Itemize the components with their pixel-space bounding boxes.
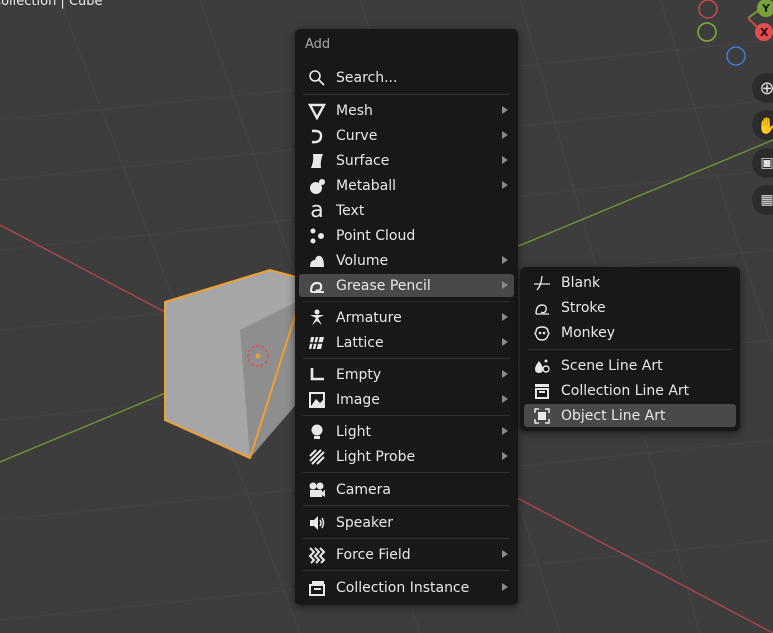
gp-item-collection-line-art[interactable]: Collection Line Art (524, 379, 736, 402)
menu-item-metaball[interactable]: Metaball (299, 174, 514, 197)
menu-item-light-probe[interactable]: Light Probe (299, 445, 514, 468)
armature-icon (307, 308, 327, 328)
axis-gizmo[interactable]: Y X (690, 0, 773, 75)
point-cloud-icon (307, 226, 327, 246)
mesh-cone-icon (307, 101, 327, 121)
scene-line-art-icon (532, 356, 552, 376)
surface-icon (307, 151, 327, 171)
camera-icon: ▣ (760, 155, 773, 171)
add-menu: Add Search... Mesh Curve Surface Metabal… (295, 29, 518, 605)
light-icon (307, 422, 327, 442)
menu-item-text[interactable]: a Text (299, 199, 514, 222)
text-icon: a (310, 197, 324, 223)
menu-item-surface[interactable]: Surface (299, 149, 514, 172)
monkey-icon (532, 323, 552, 343)
force-field-icon (307, 545, 327, 565)
search-item[interactable]: Search... (299, 66, 514, 89)
gizmo-x-label: X (760, 26, 769, 39)
menu-item-armature[interactable]: Armature (299, 306, 514, 329)
submenu-arrow-icon (502, 395, 508, 403)
gp-item-scene-line-art[interactable]: Scene Line Art (524, 354, 736, 377)
submenu-arrow-icon (502, 452, 508, 460)
menu-item-image[interactable]: Image (299, 388, 514, 411)
zoom-plus-icon: ⊕ (759, 77, 773, 99)
grid-icon: ▦ (760, 192, 773, 208)
speaker-icon (307, 513, 327, 533)
collection-instance-icon (307, 578, 327, 598)
search-label: Search... (336, 69, 398, 86)
gp-item-blank[interactable]: Blank (524, 271, 736, 294)
menu-item-empty[interactable]: Empty (299, 363, 514, 386)
gizmo-y-label: Y (761, 2, 771, 15)
submenu-arrow-icon (502, 550, 508, 558)
empty-icon (307, 365, 327, 385)
hand-icon: ✋ (757, 115, 773, 135)
camera-icon (307, 480, 327, 500)
submenu-arrow-icon (502, 156, 508, 164)
collection-line-art-icon (532, 381, 552, 401)
add-menu-title: Add (305, 37, 331, 52)
image-icon (307, 390, 327, 410)
submenu-arrow-icon (502, 281, 508, 289)
submenu-arrow-icon (502, 313, 508, 321)
menu-item-mesh[interactable]: Mesh (299, 99, 514, 122)
lattice-icon (307, 333, 327, 353)
menu-item-lattice[interactable]: Lattice (299, 331, 514, 354)
curve-icon (307, 126, 327, 146)
blank-stroke-icon (532, 273, 552, 293)
menu-item-grease-pencil[interactable]: Grease Pencil (299, 274, 514, 297)
submenu-arrow-icon (502, 181, 508, 189)
submenu-arrow-icon (502, 427, 508, 435)
submenu-arrow-icon (502, 256, 508, 264)
submenu-arrow-icon (502, 106, 508, 114)
cube-object[interactable] (164, 268, 301, 460)
submenu-arrow-icon (502, 370, 508, 378)
menu-item-collection-instance[interactable]: Collection Instance (299, 576, 514, 599)
stroke-icon (532, 298, 552, 318)
gp-item-monkey[interactable]: Monkey (524, 321, 736, 344)
volume-icon (307, 251, 327, 271)
menu-item-curve[interactable]: Curve (299, 124, 514, 147)
search-icon (307, 68, 327, 88)
menu-item-light[interactable]: Light (299, 420, 514, 443)
menu-item-force-field[interactable]: Force Field (299, 543, 514, 566)
submenu-arrow-icon (502, 338, 508, 346)
viewport-title: Collection | Cube (0, 0, 103, 9)
menu-item-volume[interactable]: Volume (299, 249, 514, 272)
gp-item-stroke[interactable]: Stroke (524, 296, 736, 319)
grease-pencil-submenu: Blank Stroke Monkey Scene Line Art Colle… (520, 267, 740, 431)
metaball-icon (307, 176, 327, 196)
light-probe-icon (307, 447, 327, 467)
submenu-arrow-icon (502, 583, 508, 591)
menu-item-speaker[interactable]: Speaker (299, 511, 514, 534)
grease-pencil-icon (307, 276, 327, 296)
menu-item-camera[interactable]: Camera (299, 478, 514, 501)
submenu-arrow-icon (502, 131, 508, 139)
menu-item-point-cloud[interactable]: Point Cloud (299, 224, 514, 247)
object-line-art-icon (532, 406, 552, 426)
gp-item-object-line-art[interactable]: Object Line Art (524, 404, 736, 427)
